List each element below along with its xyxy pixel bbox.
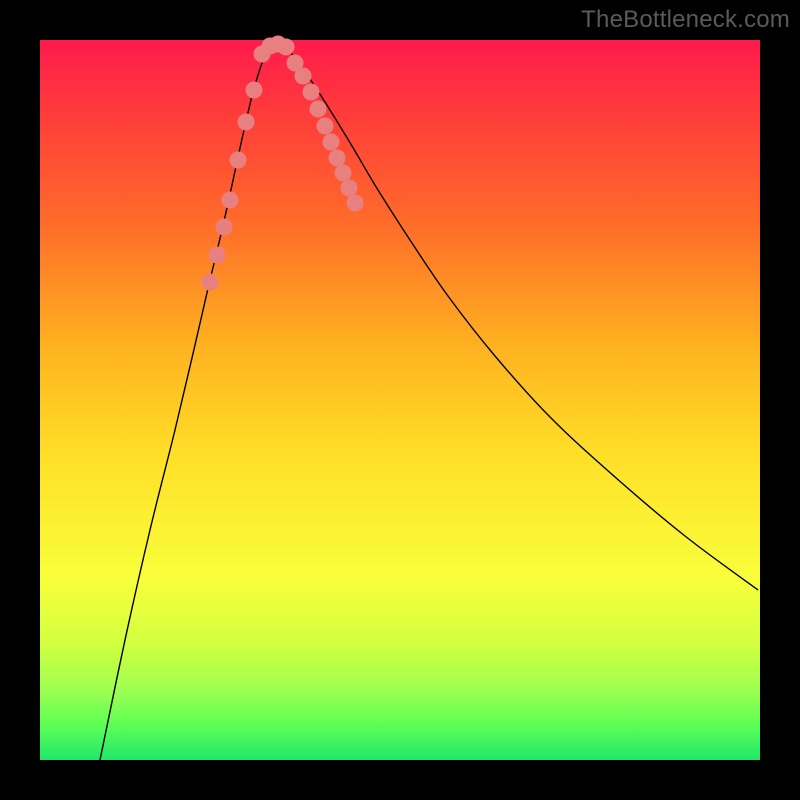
highlight-dot — [341, 180, 358, 197]
highlight-dot — [303, 84, 320, 101]
plot-area — [40, 40, 760, 760]
highlight-dot — [329, 150, 346, 167]
curve-svg — [40, 40, 760, 760]
highlight-dot — [209, 247, 226, 264]
highlight-dot — [230, 152, 247, 169]
highlight-dots — [202, 36, 364, 291]
highlight-dot — [238, 114, 255, 131]
highlight-dot — [216, 219, 233, 236]
highlight-dot — [202, 274, 219, 291]
highlight-dot — [310, 101, 327, 118]
chart-frame: TheBottleneck.com — [0, 0, 800, 800]
highlight-dot — [317, 118, 334, 135]
bottleneck-curve — [100, 43, 758, 760]
watermark-label: TheBottleneck.com — [581, 6, 790, 34]
highlight-dot — [335, 165, 352, 182]
highlight-dot — [278, 39, 295, 56]
highlight-dot — [246, 82, 263, 99]
highlight-dot — [323, 134, 340, 151]
highlight-dot — [222, 192, 239, 209]
highlight-dot — [347, 195, 364, 212]
highlight-dot — [295, 68, 312, 85]
